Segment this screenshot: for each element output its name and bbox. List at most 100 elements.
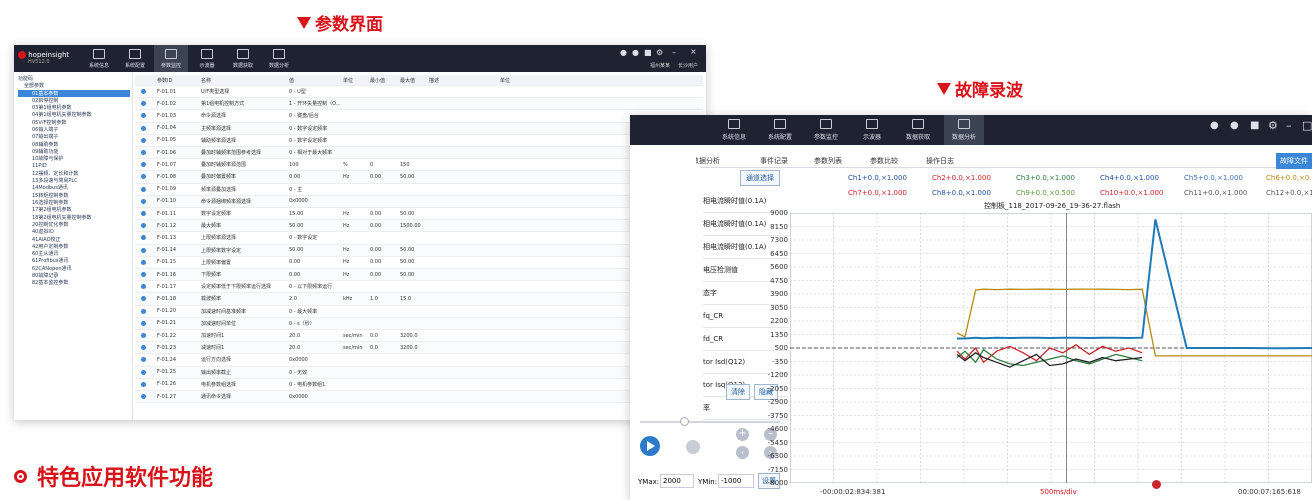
table-row[interactable]: F-01.24 运行方向选择 0x0000 bbox=[135, 354, 703, 367]
table-row[interactable]: F-01.11 数字设定频率 15.00 Hz 0.00 50.00 bbox=[135, 208, 703, 221]
channel-label[interactable]: Ch11+0.0,×1.000 bbox=[1184, 189, 1247, 197]
channel-label[interactable]: Ch6+0.0,×0.500 bbox=[1266, 174, 1312, 182]
slider-track[interactable] bbox=[640, 421, 780, 423]
tree-item[interactable]: 06输入端子 bbox=[18, 126, 130, 133]
minimize-icon[interactable]: – bbox=[672, 48, 676, 57]
tree-item[interactable]: 05V/F控制参数 bbox=[18, 119, 130, 126]
info-icon[interactable]: ● bbox=[632, 48, 639, 57]
info-icon[interactable]: ● bbox=[1230, 120, 1239, 131]
waveform-chart[interactable] bbox=[790, 213, 1312, 483]
channel-label[interactable]: Ch3+0.0,×1.000 bbox=[1016, 174, 1075, 182]
tree-item[interactable]: 20控制优化参数 bbox=[18, 221, 130, 228]
tree-item[interactable]: 10故障与保护 bbox=[18, 155, 130, 162]
tool-system-info[interactable]: 系统信息 bbox=[714, 119, 754, 145]
tree-item[interactable]: 02启停控制 bbox=[18, 97, 130, 104]
tree-item[interactable]: 42用户定制参数 bbox=[18, 243, 130, 250]
table-row[interactable]: F-01.13 上限频率源选择 0 - 数字设定 bbox=[135, 232, 703, 245]
tool-param-monitor[interactable]: 参数监控 bbox=[154, 45, 188, 72]
tree-item[interactable]: 07输出端子 bbox=[18, 133, 130, 140]
channel-label[interactable]: Ch7+0.0,×1.000 bbox=[848, 189, 907, 197]
channel-label[interactable]: Ch10+0.0,×1.000 bbox=[1100, 189, 1163, 197]
tab-param-list[interactable]: 参数列表 bbox=[814, 156, 842, 166]
channel-label[interactable]: Ch12+0.0,×1.000 bbox=[1266, 189, 1312, 197]
tree-item[interactable]: 03第1组电机参数 bbox=[18, 104, 130, 111]
table-row[interactable]: F-01.03 命令源选择 0 - 键盘/后台 bbox=[135, 110, 703, 123]
tree-item[interactable]: 15转矩控制参数 bbox=[18, 192, 130, 199]
prev-button[interactable]: ‹ bbox=[736, 446, 749, 459]
table-row[interactable]: F-01.16 下限频率 0.00 Hz 0.00 50.00 bbox=[135, 269, 703, 282]
tool-data-fetch[interactable]: 数据获取 bbox=[226, 49, 260, 72]
table-row[interactable]: F-01.21 加减速时间单位 0 - s（秒） bbox=[135, 317, 703, 330]
table-row[interactable]: F-01.07 叠加时辅频率源范围 100% 0 150 bbox=[135, 159, 703, 172]
table-row[interactable]: F-01.06 叠加时辅频率范围参考选择 0 - 相对于最大频率 bbox=[135, 147, 703, 160]
table-row[interactable]: F-01.17 设定频率低于下限频率运行选择 0 - 以下限频率运行 bbox=[135, 281, 703, 294]
tree-item[interactable]: 82基本监控参数 bbox=[18, 279, 130, 286]
ymax-input[interactable]: 2000 bbox=[660, 474, 694, 488]
slider-handle[interactable] bbox=[680, 417, 689, 426]
channel-label[interactable]: Ch5+0.0,×1.000 bbox=[1184, 174, 1243, 182]
tool-data-analysis[interactable]: 数据分析 bbox=[262, 49, 296, 72]
channel-select-button[interactable]: 通道选择 bbox=[740, 170, 780, 186]
tool-param-monitor[interactable]: 参数监控 bbox=[806, 119, 846, 145]
tree-item[interactable]: 14Modbus通讯 bbox=[18, 184, 130, 191]
tab-param-compare[interactable]: 参数比较 bbox=[870, 156, 898, 166]
cursor-marker[interactable] bbox=[1152, 480, 1161, 489]
tab-event-log[interactable]: 事件记录 bbox=[760, 156, 788, 166]
table-row[interactable]: F-01.09 频率源叠加选择 0 - 主 bbox=[135, 184, 703, 196]
tool-system-info[interactable]: 系统信息 bbox=[82, 49, 116, 72]
tree-item[interactable]: 08辅助参数 bbox=[18, 141, 130, 148]
tree-item[interactable]: 09辅助功能 bbox=[18, 148, 130, 155]
tree-item[interactable]: 60主从通讯 bbox=[18, 250, 130, 257]
table-row[interactable]: F-01.12 最大频率 50.00 Hz 0.00 1500.00 bbox=[135, 220, 703, 233]
play-button[interactable] bbox=[640, 436, 660, 456]
table-row[interactable]: F-01.14 上限频率数字设定 50.00 Hz 0.00 50.00 bbox=[135, 244, 703, 257]
maximize-icon[interactable]: □ bbox=[1302, 119, 1312, 132]
table-row[interactable]: F-01.18 载波频率 2.0 kHz 1.0 15.0 bbox=[135, 293, 703, 306]
close-icon[interactable]: × bbox=[690, 47, 697, 56]
tree-item[interactable]: 04第1组电机矢量控制参数 bbox=[18, 111, 130, 118]
table-row[interactable]: F-01.20 加减速时间基准频率 0 - 最大频率 bbox=[135, 306, 703, 318]
table-row[interactable]: F-01.02 第1组电机控制方式 1 - 开环矢量控制（O... bbox=[135, 98, 703, 111]
tree-item[interactable]: 17第2组电机参数 bbox=[18, 206, 130, 213]
help-icon[interactable]: ● bbox=[620, 48, 627, 57]
tab-op-log[interactable]: 操作日志 bbox=[926, 156, 954, 166]
table-row[interactable]: F-01.27 通讯命令选择 0x0000 bbox=[135, 391, 703, 404]
tree-item[interactable]: 61Profibus通讯 bbox=[18, 257, 130, 264]
tree-item[interactable]: 18第2组电机矢量控制参数 bbox=[18, 214, 130, 221]
table-row[interactable]: F-01.23 减速时间1 20.0 sec/min 0.0 3200.0 bbox=[135, 342, 703, 355]
channel-label[interactable]: Ch2+0.0,×1.000 bbox=[932, 174, 991, 182]
tree-item[interactable]: 80故障记录 bbox=[18, 272, 130, 279]
channel-label[interactable]: Ch9+0.0,×0.500 bbox=[1016, 189, 1075, 197]
tool-system-config[interactable]: 系统配置 bbox=[118, 49, 152, 72]
clear-button[interactable]: 清除 bbox=[726, 384, 750, 400]
minimize-icon[interactable]: – bbox=[1286, 119, 1292, 132]
tool-data-fetch[interactable]: 数据获取 bbox=[898, 119, 938, 145]
channel-label[interactable]: Ch8+0.0,×1.000 bbox=[932, 189, 991, 197]
tree-item[interactable]: 11PID bbox=[18, 163, 130, 170]
zoom-in-button[interactable]: + bbox=[736, 428, 749, 441]
table-row[interactable]: F-01.15 上限频率偏置 0.00 Hz 0.00 50.00 bbox=[135, 257, 703, 269]
table-row[interactable]: F-01.22 加速时间1 20.0 sec/min 0.0 3200.0 bbox=[135, 330, 703, 343]
tree-item[interactable]: 41AIAO校正 bbox=[18, 236, 130, 243]
channel-label[interactable]: Ch4+0.0,×1.000 bbox=[1100, 174, 1159, 182]
flag-icon[interactable]: ■ bbox=[1250, 120, 1259, 131]
table-row[interactable]: F-01.25 输出频率截止 0 - 无效 bbox=[135, 366, 703, 379]
export-fault-file-button[interactable]: 故障文件 bbox=[1276, 153, 1312, 169]
window-icon[interactable]: ■ bbox=[644, 48, 652, 57]
tree-item[interactable]: 全部参数 bbox=[18, 82, 130, 89]
tree-item[interactable]: 12摆频、定长和计数 bbox=[18, 170, 130, 177]
tree-item[interactable]: 01基本参数 bbox=[18, 89, 130, 97]
gear-icon[interactable]: ⚙ bbox=[656, 48, 663, 57]
table-row[interactable]: F-01.04 主频率源选择 0 - 数字设定频率 bbox=[135, 122, 703, 135]
tool-data-analysis[interactable]: 数据分析 bbox=[944, 115, 984, 145]
tree-item[interactable]: 13多段速与简易PLC bbox=[18, 177, 130, 184]
tool-system-config[interactable]: 系统配置 bbox=[760, 119, 800, 145]
tool-oscilloscope[interactable]: 示波器 bbox=[190, 49, 224, 72]
table-row[interactable]: F-01.05 辅助频率源选择 0 - 数字设定频率 bbox=[135, 135, 703, 147]
help-icon[interactable]: ● bbox=[1210, 120, 1219, 131]
table-row[interactable]: F-01.10 命令源捆绑频率源选择 0x0000 bbox=[135, 195, 703, 208]
table-row[interactable]: F-01.26 电机参数组选择 0 - 电机参数组1 bbox=[135, 379, 703, 391]
tool-oscilloscope[interactable]: 示波器 bbox=[852, 119, 892, 145]
channel-label[interactable]: Ch1+0.0,×1.000 bbox=[848, 174, 907, 182]
tree-item[interactable]: 16选择控制参数 bbox=[18, 199, 130, 206]
